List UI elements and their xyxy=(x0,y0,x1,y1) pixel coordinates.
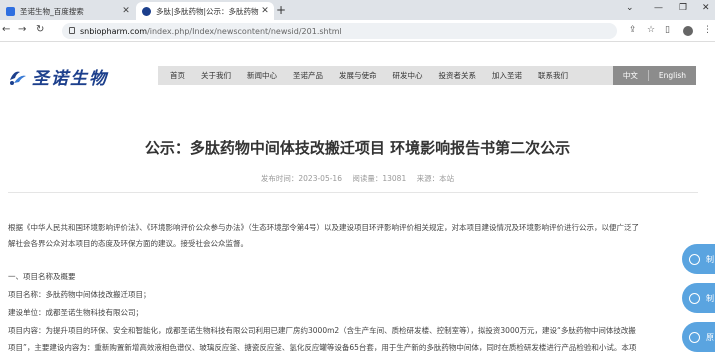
baidu-favicon-icon xyxy=(6,6,15,16)
share-icon[interactable]: ⇪ xyxy=(629,25,637,35)
language-switch: 中文 English xyxy=(612,66,696,85)
nav-item-rd[interactable]: 研发中心 xyxy=(385,66,431,85)
lang-chinese-link[interactable]: 中文 xyxy=(613,66,648,85)
article-meta: 发布时间：2023-05-16 阅读量：13081 来源：本站 xyxy=(0,173,715,184)
lock-icon xyxy=(69,27,75,34)
article-paragraph: 建设单位：成都圣诺生物科技有限公司； xyxy=(8,308,143,317)
tab-search-icon[interactable]: ⌄ xyxy=(626,3,634,13)
section-heading: 一、项目名称及概要 xyxy=(8,272,76,281)
browser-tab-bar: 圣诺生物_百度搜索 ✕ 多肽|多肽药物|公示：多肽药物中 ✕ + ⌄ — ❐ ✕ xyxy=(0,0,715,20)
minimize-icon[interactable]: — xyxy=(654,3,663,13)
view-count: 阅读量：13081 xyxy=(352,174,407,183)
menu-kebab-icon[interactable]: ⋮ xyxy=(703,25,712,35)
nav-item-news[interactable]: 新闻中心 xyxy=(239,66,285,85)
main-nav: 首页 关于我们 新闻中心 圣诺产品 发展与使命 研发中心 投资者关系 加入圣诺 … xyxy=(158,66,696,85)
floating-label: 制 xyxy=(706,254,714,264)
url-path: /index.php/Index/newscontent/newsid/201.… xyxy=(147,26,342,36)
tab-label: 多肽|多肽药物|公示：多肽药物中 xyxy=(156,6,259,16)
chat-icon xyxy=(689,292,700,304)
floating-label: 制 xyxy=(706,293,714,303)
bookmark-star-icon[interactable]: ☆ xyxy=(647,25,655,35)
article-paragraph: 根据《中华人民共和国环境影响评价法》、《环境影响评价公众参与办法》（生态环境部令… xyxy=(8,223,640,232)
sidebar-icon[interactable]: ▯ xyxy=(665,25,670,35)
article-paragraph: 项目”，主要建设内容为：重新购置新增高效液相色谱仪、玻璃反应釜、搪瓷反应釜、氢化… xyxy=(8,343,637,352)
tab-baidu-search[interactable]: 圣诺生物_百度搜索 ✕ xyxy=(0,2,135,20)
address-bar-row: ← → ↻ snbiopharm.com/index.php/Index/new… xyxy=(0,20,715,42)
nav-item-mission[interactable]: 发展与使命 xyxy=(331,66,385,85)
site-header: 圣诺生物 首页 关于我们 新闻中心 圣诺产品 发展与使命 研发中心 投资者关系 … xyxy=(0,42,715,110)
tab-label: 圣诺生物_百度搜索 xyxy=(20,6,84,16)
nav-item-home[interactable]: 首页 xyxy=(158,66,193,85)
reload-icon[interactable]: ↻ xyxy=(36,24,44,35)
article-source: 来源：本站 xyxy=(416,174,455,183)
floating-service-button[interactable]: 制 xyxy=(682,244,715,274)
window-close-icon[interactable]: ✕ xyxy=(702,3,710,13)
publish-time: 发布时间：2023-05-16 xyxy=(260,174,342,183)
article-paragraph: 项目内容：为提升项目的环保、安全和智能化，成都圣诺生物科技有限公司利用已建厂房约… xyxy=(8,326,636,335)
profile-avatar-icon[interactable] xyxy=(683,26,693,36)
article-paragraph: 解社会各界公众对本项目的态度及环保方面的建议。接受社会公众监督。 xyxy=(8,239,248,248)
floating-service-button[interactable]: 制 xyxy=(682,283,715,313)
nav-item-investors[interactable]: 投资者关系 xyxy=(431,66,485,85)
floating-service-button[interactable]: 原 xyxy=(682,322,715,352)
maximize-icon[interactable]: ❐ xyxy=(679,3,687,13)
nav-item-contact[interactable]: 联系我们 xyxy=(530,66,576,85)
new-tab-button[interactable]: + xyxy=(276,3,286,17)
logo-text: 圣诺生物 xyxy=(32,69,108,89)
chat-icon xyxy=(689,331,700,343)
article-paragraph: 项目名称：多肽药物中间体技改搬迁项目； xyxy=(8,290,151,299)
nav-item-about[interactable]: 关于我们 xyxy=(193,66,239,85)
tab-active-article[interactable]: 多肽|多肽药物|公示：多肽药物中 ✕ xyxy=(136,2,274,20)
forward-icon[interactable]: → xyxy=(18,24,26,35)
logo-mark-icon xyxy=(10,71,26,85)
site-logo[interactable]: 圣诺生物 xyxy=(8,64,108,89)
site-favicon-icon xyxy=(142,6,151,16)
close-tab-icon[interactable]: ✕ xyxy=(120,6,132,16)
divider xyxy=(8,192,698,193)
lang-english-link[interactable]: English xyxy=(649,66,696,85)
close-tab-icon[interactable]: ✕ xyxy=(259,6,271,16)
article-title: 公示：多肽药物中间体技改搬迁项目 环境影响报告书第二次公示 xyxy=(144,139,571,157)
url-field[interactable]: snbiopharm.com/index.php/Index/newsconte… xyxy=(62,23,617,39)
url-host: snbiopharm.com xyxy=(80,26,148,36)
nav-item-careers[interactable]: 加入圣诺 xyxy=(484,66,530,85)
back-icon[interactable]: ← xyxy=(2,24,10,35)
nav-item-products[interactable]: 圣诺产品 xyxy=(285,66,331,85)
chat-icon xyxy=(689,253,700,265)
floating-label: 原 xyxy=(706,332,714,342)
